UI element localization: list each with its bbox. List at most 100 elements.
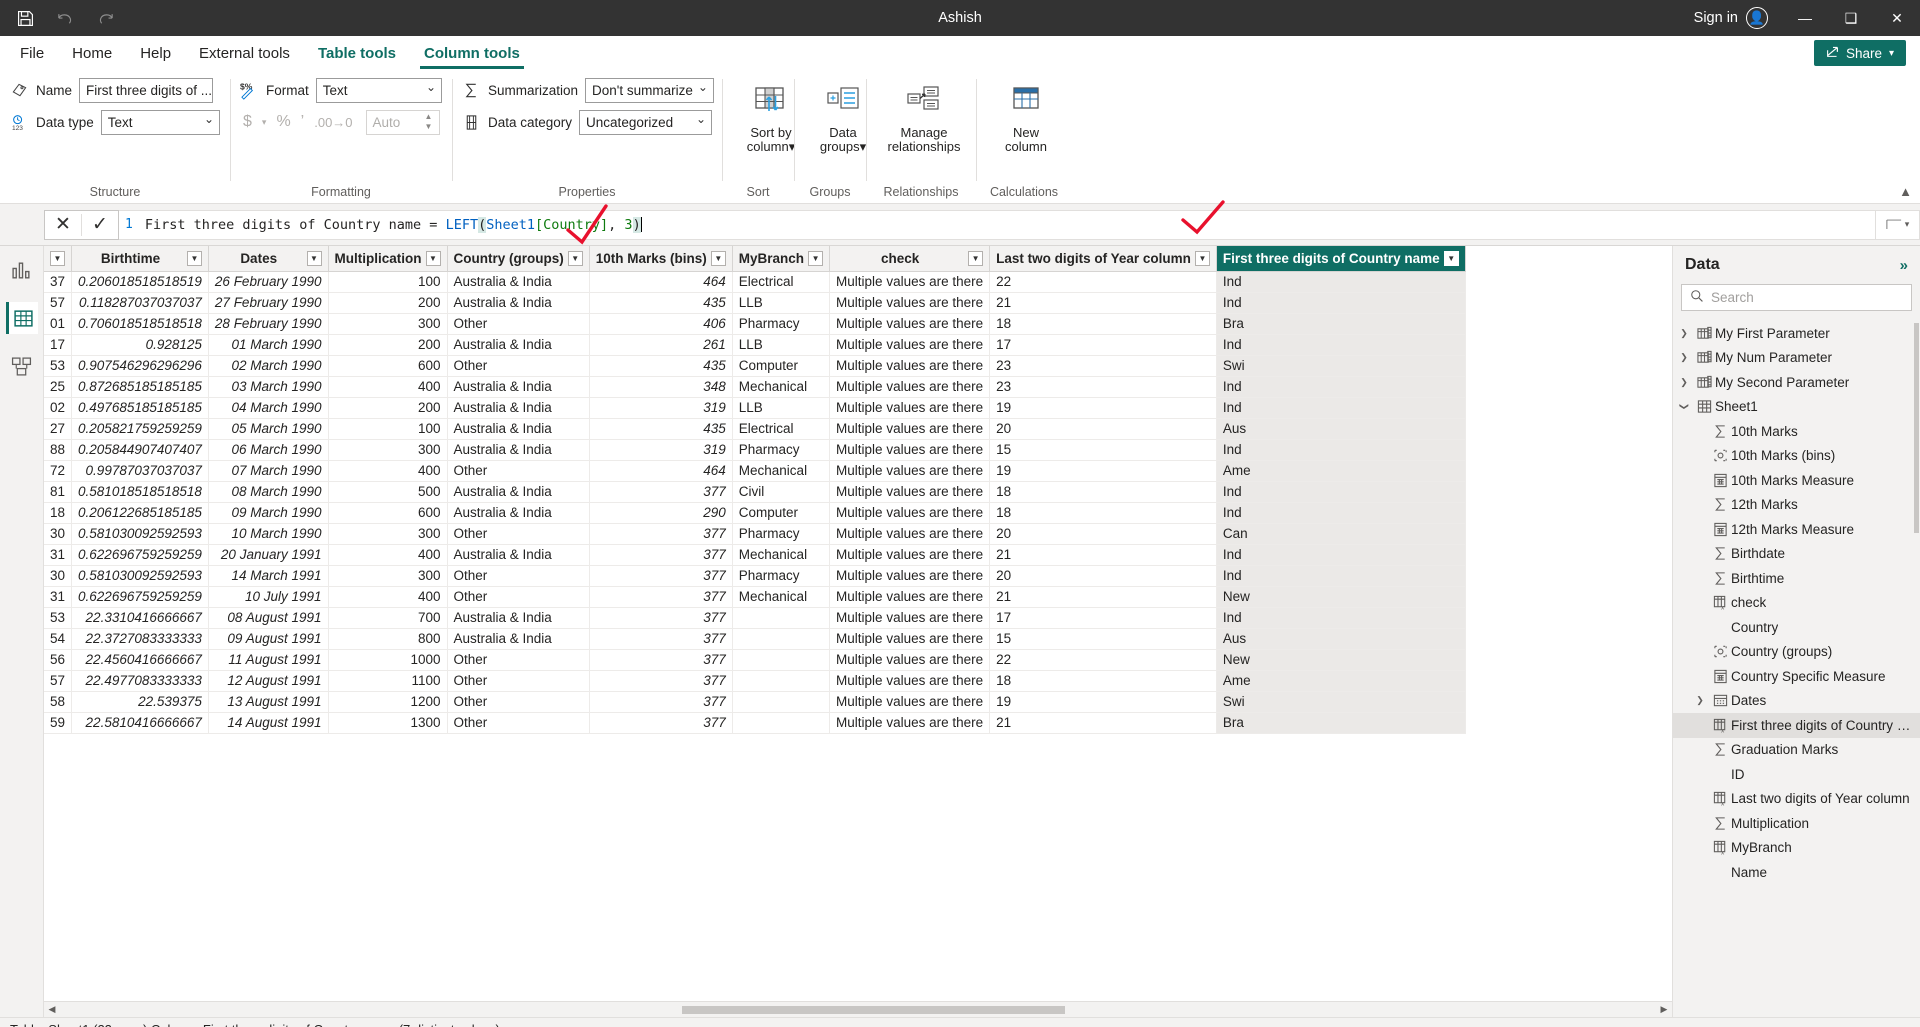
table-cell[interactable]: 435 <box>589 292 732 313</box>
table-cell[interactable]: 20 <box>990 523 1217 544</box>
table-cell[interactable]: 22.4977083333333 <box>72 670 209 691</box>
field-list-item-last-two-digits-of-year-column[interactable]: xLast two digits of Year column <box>1673 787 1920 812</box>
table-cell[interactable]: Ind <box>1216 607 1465 628</box>
table-cell[interactable] <box>732 607 829 628</box>
table-cell[interactable]: Ind <box>1216 271 1465 292</box>
tab-external-tools[interactable]: External tools <box>185 40 304 69</box>
chevron-right-icon[interactable]: ❯ <box>1691 695 1709 706</box>
table-cell[interactable] <box>732 670 829 691</box>
table-row[interactable]: 5422.372708333333309 August 1991800Austr… <box>44 628 1465 649</box>
field-list-item-my-first-parameter[interactable]: ❯My First Parameter <box>1673 321 1920 346</box>
table-cell[interactable]: Australia & India <box>447 292 589 313</box>
table-cell[interactable]: 100 <box>328 271 447 292</box>
expand-formula-icon[interactable]: ▾ <box>1876 210 1920 240</box>
table-cell[interactable]: 07 March 1990 <box>208 460 328 481</box>
horizontal-scrollbar[interactable]: ◀ ▶ <box>44 1001 1672 1017</box>
table-cell[interactable]: Ind <box>1216 376 1465 397</box>
column-header-row-select[interactable]: ▼ <box>44 246 72 271</box>
table-cell[interactable]: 600 <box>328 355 447 376</box>
table-cell[interactable]: 377 <box>589 670 732 691</box>
table-cell[interactable]: 348 <box>589 376 732 397</box>
table-cell[interactable]: 11 August 1991 <box>208 649 328 670</box>
table-cell[interactable]: LLB <box>732 397 829 418</box>
table-cell[interactable]: Ind <box>1216 334 1465 355</box>
table-cell[interactable]: Other <box>447 649 589 670</box>
table-row[interactable]: 300.58103009259259310 March 1990300Other… <box>44 523 1465 544</box>
column-header-first-three-digits-of-country-name[interactable]: First three digits of Country name▼ <box>1216 246 1465 271</box>
name-input[interactable]: First three digits of ... <box>79 78 213 103</box>
table-cell[interactable]: Multiple values are there <box>830 586 990 607</box>
table-cell[interactable]: Multiple values are there <box>830 607 990 628</box>
table-cell[interactable]: 21 <box>990 586 1217 607</box>
table-cell[interactable]: Multiple values are there <box>830 712 990 733</box>
table-cell[interactable]: LLB <box>732 334 829 355</box>
table-cell[interactable]: 20 <box>990 418 1217 439</box>
table-cell[interactable]: 08 March 1990 <box>208 481 328 502</box>
table-cell[interactable]: 0.581030092592593 <box>72 523 209 544</box>
field-list-item-graduation-marks[interactable]: Graduation Marks <box>1673 738 1920 763</box>
close-button[interactable]: ✕ <box>1874 0 1920 36</box>
table-cell[interactable]: Mechanical <box>732 460 829 481</box>
table-cell[interactable]: 27 <box>44 418 72 439</box>
chevron-right-icon[interactable]: ❯ <box>1675 352 1693 363</box>
table-cell[interactable]: 0.872685185185185 <box>72 376 209 397</box>
table-cell[interactable]: Electrical <box>732 418 829 439</box>
table-cell[interactable]: 0.581030092592593 <box>72 565 209 586</box>
column-header-multiplication[interactable]: Multiplication▼ <box>328 246 447 271</box>
table-cell[interactable]: 800 <box>328 628 447 649</box>
tab-home[interactable]: Home <box>58 40 126 69</box>
column-header-mybranch[interactable]: MyBranch▼ <box>732 246 829 271</box>
table-cell[interactable]: 200 <box>328 397 447 418</box>
table-cell[interactable]: Pharmacy <box>732 565 829 586</box>
table-cell[interactable]: Multiple values are there <box>830 565 990 586</box>
table-cell[interactable]: LLB <box>732 292 829 313</box>
table-cell[interactable]: 18 <box>990 313 1217 334</box>
table-cell[interactable]: 22 <box>990 649 1217 670</box>
table-cell[interactable]: Aus <box>1216 418 1465 439</box>
table-cell[interactable]: 09 March 1990 <box>208 502 328 523</box>
table-cell[interactable]: 0.907546296296296 <box>72 355 209 376</box>
minimize-button[interactable]: — <box>1782 0 1828 36</box>
table-cell[interactable]: 31 <box>44 544 72 565</box>
table-row[interactable]: 880.20584490740740706 March 1990300Austr… <box>44 439 1465 460</box>
table-cell[interactable]: 04 March 1990 <box>208 397 328 418</box>
table-row[interactable]: 300.58103009259259314 March 1991300Other… <box>44 565 1465 586</box>
table-row[interactable]: 020.49768518518518504 March 1990200Austr… <box>44 397 1465 418</box>
table-cell[interactable]: Pharmacy <box>732 523 829 544</box>
field-list-item-country[interactable]: Country <box>1673 615 1920 640</box>
table-cell[interactable]: Ind <box>1216 544 1465 565</box>
table-cell[interactable]: 500 <box>328 481 447 502</box>
table-cell[interactable]: Bra <box>1216 712 1465 733</box>
table-cell[interactable]: Pharmacy <box>732 313 829 334</box>
table-row[interactable]: 5722.497708333333312 August 19911100Othe… <box>44 670 1465 691</box>
field-list-item-multiplication[interactable]: Multiplication <box>1673 811 1920 836</box>
table-cell[interactable]: Other <box>447 313 589 334</box>
table-cell[interactable]: 377 <box>589 481 732 502</box>
table-cell[interactable]: Computer <box>732 502 829 523</box>
save-icon[interactable] <box>14 7 36 29</box>
table-cell[interactable]: 400 <box>328 586 447 607</box>
table-cell[interactable]: 14 August 1991 <box>208 712 328 733</box>
column-header-country-groups[interactable]: Country (groups)▼ <box>447 246 589 271</box>
table-cell[interactable]: 464 <box>589 460 732 481</box>
column-header-dates[interactable]: Dates▼ <box>208 246 328 271</box>
table-cell[interactable]: 13 August 1991 <box>208 691 328 712</box>
sign-in-button[interactable]: Sign in 👤 <box>1680 0 1782 36</box>
table-cell[interactable]: Ind <box>1216 481 1465 502</box>
column-filter-icon[interactable]: ▼ <box>307 251 322 266</box>
summarization-select[interactable]: Don't summarize <box>585 78 714 103</box>
table-cell[interactable]: 0.205821759259259 <box>72 418 209 439</box>
table-cell[interactable]: 88 <box>44 439 72 460</box>
column-header-10th-marks-bins[interactable]: 10th Marks (bins)▼ <box>589 246 732 271</box>
table-cell[interactable]: 18 <box>990 502 1217 523</box>
table-cell[interactable]: 09 August 1991 <box>208 628 328 649</box>
table-cell[interactable]: 18 <box>990 670 1217 691</box>
table-cell[interactable]: Pharmacy <box>732 439 829 460</box>
table-cell[interactable]: Australia & India <box>447 628 589 649</box>
table-cell[interactable]: 72 <box>44 460 72 481</box>
table-cell[interactable]: 290 <box>589 502 732 523</box>
scrollbar-thumb[interactable] <box>682 1006 1065 1014</box>
table-cell[interactable] <box>732 649 829 670</box>
table-cell[interactable]: Mechanical <box>732 544 829 565</box>
chevron-down-icon[interactable]: ❯ <box>1679 398 1690 416</box>
